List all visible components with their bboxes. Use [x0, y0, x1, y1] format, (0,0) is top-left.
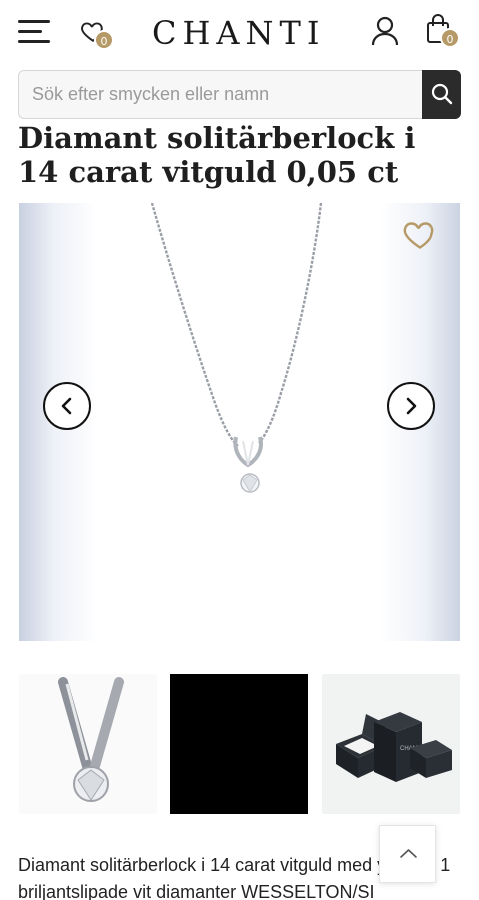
search-input[interactable] — [18, 70, 423, 119]
heart-icon — [403, 222, 434, 249]
account-button[interactable] — [371, 16, 399, 46]
add-to-wishlist-button[interactable] — [401, 216, 441, 254]
wishlist-count-badge: 0 — [94, 30, 114, 50]
wishlist-button[interactable]: 0 — [80, 18, 120, 52]
thumbnail-strip: CHANTI — [19, 674, 460, 814]
thumbnail-gift-boxes[interactable]: CHANTI — [322, 674, 460, 814]
thumbnail-pendant[interactable] — [19, 674, 157, 814]
chevron-left-icon — [61, 397, 72, 415]
pendant-thumbnail-image — [58, 677, 124, 802]
chevron-up-icon — [400, 849, 417, 858]
cart-count-badge: 0 — [440, 28, 460, 48]
search-icon — [431, 83, 453, 105]
thumbnail-video[interactable] — [170, 674, 308, 814]
gift-boxes-image: CHANTI — [336, 712, 452, 782]
product-title: Diamant solitärberlock i 14 carat vitgul… — [18, 121, 416, 189]
site-header: 0 CHANTI 0 — [0, 0, 479, 64]
cart-button[interactable]: 0 — [424, 14, 464, 50]
product-image-gallery[interactable] — [19, 203, 460, 641]
previous-image-button[interactable] — [43, 382, 91, 430]
scroll-to-top-button[interactable] — [379, 825, 436, 883]
user-icon — [371, 16, 399, 46]
brand-logo[interactable]: CHANTI — [152, 14, 325, 52]
next-image-button[interactable] — [387, 382, 435, 430]
search-bar — [18, 70, 461, 119]
search-button[interactable] — [422, 70, 461, 119]
menu-icon[interactable] — [18, 20, 50, 44]
chevron-right-icon — [406, 397, 417, 415]
